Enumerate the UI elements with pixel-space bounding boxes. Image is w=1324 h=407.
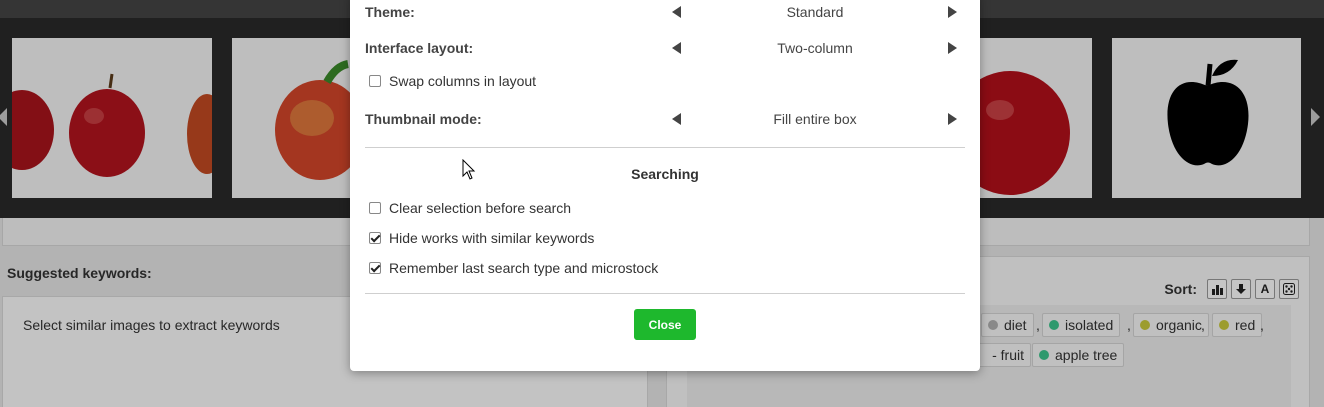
thumbnail-mode-label: Thumbnail mode: — [365, 111, 482, 127]
theme-label: Theme: — [365, 4, 415, 20]
swap-columns-option[interactable]: Swap columns in layout — [369, 71, 536, 91]
setting-thumbnail-mode: Thumbnail mode: Fill entire box — [365, 107, 965, 131]
layout-prev-arrow-icon[interactable] — [672, 42, 681, 54]
thumbnail-next-arrow-icon[interactable] — [948, 113, 957, 125]
clear-selection-checkbox[interactable] — [369, 202, 381, 214]
searching-title: Searching — [631, 166, 699, 182]
thumbnail-prev-arrow-icon[interactable] — [672, 113, 681, 125]
remember-search-checkbox[interactable] — [369, 262, 381, 274]
mouse-cursor-icon — [462, 159, 476, 180]
theme-prev-arrow-icon[interactable] — [672, 6, 681, 18]
setting-theme: Theme: Standard — [365, 0, 965, 24]
remember-search-option[interactable]: Remember last search type and microstock — [369, 258, 658, 278]
divider — [365, 147, 965, 148]
clear-selection-label: Clear selection before search — [389, 200, 572, 216]
interface-layout-value: Two-column — [777, 40, 853, 56]
remember-search-label: Remember last search type and microstock — [389, 260, 659, 276]
layout-next-arrow-icon[interactable] — [948, 42, 957, 54]
close-button[interactable]: Close — [634, 309, 696, 340]
thumbnail-mode-value: Fill entire box — [773, 111, 857, 127]
clear-selection-option[interactable]: Clear selection before search — [369, 198, 571, 218]
hide-similar-checkbox[interactable] — [369, 232, 381, 244]
hide-similar-option[interactable]: Hide works with similar keywords — [369, 228, 594, 248]
interface-layout-label: Interface layout: — [365, 40, 474, 56]
swap-columns-checkbox[interactable] — [369, 75, 381, 87]
theme-value: Standard — [786, 4, 844, 20]
hide-similar-label: Hide works with similar keywords — [389, 230, 595, 246]
settings-modal: Theme: Standard Interface layout: Two-co… — [350, 0, 980, 371]
divider — [365, 293, 965, 294]
theme-next-arrow-icon[interactable] — [948, 6, 957, 18]
setting-interface-layout: Interface layout: Two-column — [365, 36, 965, 60]
swap-columns-label: Swap columns in layout — [389, 73, 537, 89]
